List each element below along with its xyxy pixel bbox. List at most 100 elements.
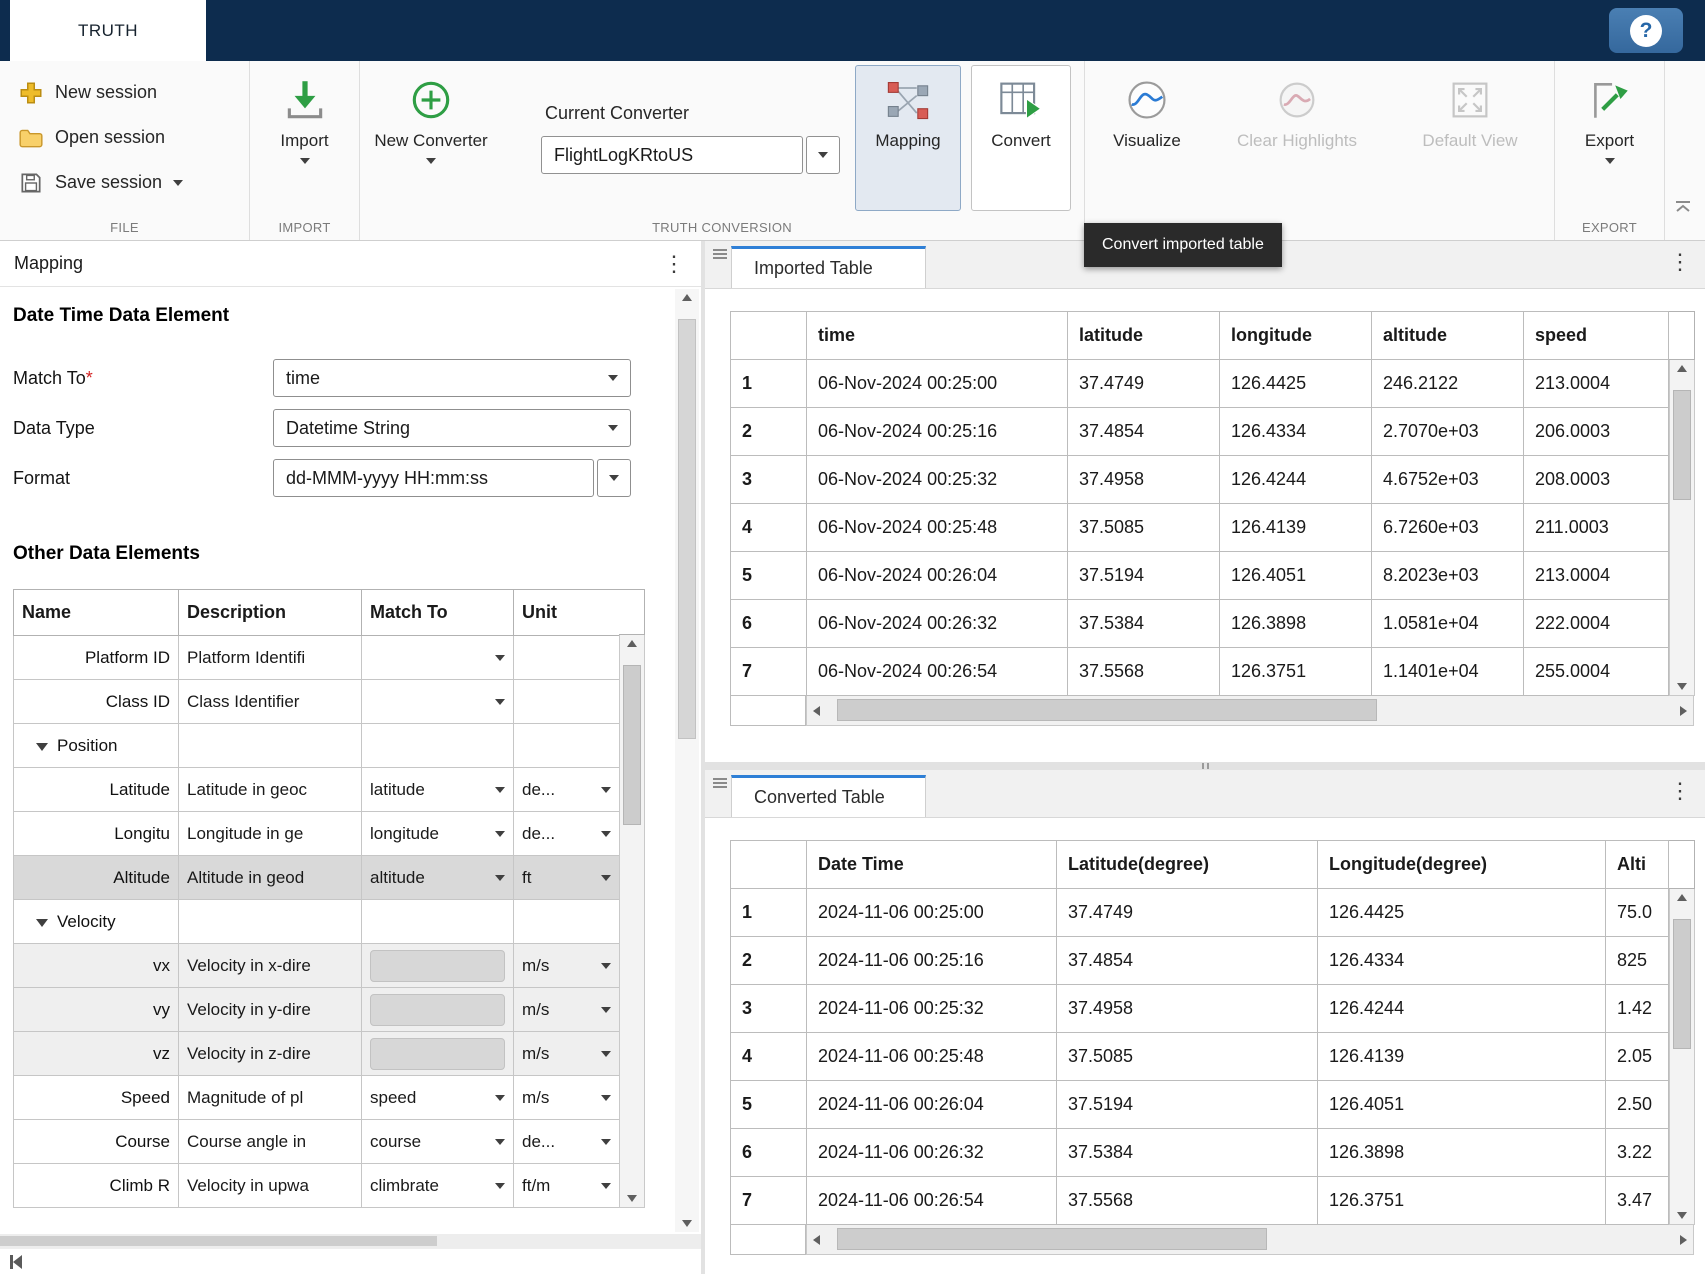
unit-cell-dropdown[interactable]: m/s [522, 1032, 611, 1075]
scroll-down-icon[interactable] [1677, 1212, 1687, 1219]
match-to-cell-dropdown[interactable]: altitude [370, 856, 505, 899]
panel-grip-icon[interactable] [713, 249, 727, 259]
converted-table-scrollbar[interactable] [1669, 840, 1695, 1225]
collapse-ribbon-button[interactable] [1669, 194, 1697, 218]
scroll-up-icon[interactable] [1677, 365, 1687, 372]
chevron-down-icon [495, 1183, 505, 1189]
column-header-latitude-degree: Latitude(degree) [1057, 841, 1318, 889]
convert-button[interactable]: Convert [971, 65, 1071, 211]
unit-cell-dropdown[interactable]: m/s [522, 988, 611, 1031]
import-dropdown-icon[interactable] [300, 158, 310, 164]
mapping-group-row-position[interactable]: Position [14, 724, 620, 768]
export-dropdown-icon[interactable] [1605, 158, 1615, 164]
scroll-down-icon[interactable] [627, 1195, 637, 1202]
match-to-cell-dropdown[interactable] [370, 636, 505, 679]
collapse-panel-icon[interactable] [10, 1255, 22, 1269]
chevron-down-icon [608, 425, 618, 431]
current-converter-combobox[interactable]: FlightLogKRtoUS [541, 136, 841, 174]
imported-table-hscrollbar[interactable] [730, 696, 1694, 726]
match-to-cell-dropdown[interactable]: course [370, 1120, 505, 1163]
new-converter-icon [407, 76, 455, 124]
unit-cell-dropdown[interactable]: m/s [522, 1076, 611, 1119]
tab-truth[interactable]: TRUTH [10, 0, 206, 61]
mapping-group-row-velocity[interactable]: Velocity [14, 900, 620, 944]
scroll-up-icon[interactable] [1677, 894, 1687, 901]
match-to-cell-dropdown[interactable]: latitude [370, 768, 505, 811]
converted-header-row: Date Time Latitude(degree) Longitude(deg… [731, 841, 1669, 889]
save-session-button[interactable]: Save session [10, 161, 191, 204]
mapping-row-longitude: Longitu Longitude in ge longitude de... [14, 812, 620, 856]
help-button[interactable] [1609, 8, 1683, 53]
scrollbar-thumb[interactable] [1673, 390, 1691, 500]
mapping-panel-menu-icon[interactable] [663, 253, 685, 275]
visualize-button[interactable]: Visualize [1095, 65, 1199, 211]
mapping-table-scrollbar[interactable] [619, 589, 645, 1208]
collapse-group-icon[interactable] [36, 919, 48, 927]
match-to-cell-dropdown[interactable]: speed [370, 1076, 505, 1119]
unit-cell-dropdown[interactable]: ft/m [522, 1164, 611, 1207]
visualize-label: Visualize [1113, 131, 1181, 151]
scrollbar-thumb[interactable] [0, 1236, 437, 1246]
export-button[interactable]: Export [1565, 65, 1655, 211]
scroll-down-icon[interactable] [1677, 683, 1687, 690]
match-to-cell-dropdown[interactable]: climbrate [370, 1164, 505, 1207]
format-dropdown-button[interactable] [597, 459, 631, 497]
scrollbar-thumb[interactable] [678, 319, 696, 739]
current-converter-dropdown-button[interactable] [806, 136, 840, 174]
save-session-dropdown-icon[interactable] [173, 180, 183, 186]
scrollbar-thumb[interactable] [837, 1228, 1267, 1250]
unit-cell-dropdown[interactable]: de... [522, 812, 611, 855]
format-combobox[interactable]: dd-MMM-yyyy HH:mm:ss [273, 459, 631, 497]
import-icon [281, 76, 329, 124]
collapse-ribbon-icon [1673, 197, 1693, 215]
scroll-up-icon[interactable] [682, 294, 692, 301]
collapse-group-icon[interactable] [36, 743, 48, 751]
scroll-down-icon[interactable] [682, 1220, 692, 1227]
match-to-dropdown[interactable]: time [273, 359, 631, 397]
converted-table-hscrollbar[interactable] [730, 1225, 1694, 1255]
scrollbar-thumb[interactable] [837, 699, 1377, 721]
tab-converted-table[interactable]: Converted Table [731, 775, 926, 817]
open-session-button[interactable]: Open session [10, 116, 191, 159]
unit-cell-dropdown[interactable]: de... [522, 1120, 611, 1163]
scroll-right-icon[interactable] [1680, 706, 1687, 716]
mapping-panel-hscrollbar[interactable] [0, 1234, 701, 1248]
mapping-panel-bottom-bar [0, 1248, 701, 1274]
imported-table-scrollbar[interactable] [1669, 311, 1695, 696]
ribbon-section-file: New session Open session Save session FI… [0, 61, 250, 240]
format-value[interactable]: dd-MMM-yyyy HH:mm:ss [273, 459, 594, 497]
export-label: Export [1585, 131, 1634, 151]
panel-splitter[interactable] [705, 762, 1705, 770]
scroll-right-icon[interactable] [1680, 1235, 1687, 1245]
imported-table-panel: Imported Table time latitude longitude a… [705, 241, 1705, 762]
scrollbar-thumb[interactable] [1673, 919, 1691, 1049]
converted-panel-menu-icon[interactable] [1669, 780, 1691, 802]
match-to-cell-dropdown[interactable] [370, 680, 505, 723]
current-converter-value[interactable]: FlightLogKRtoUS [541, 136, 803, 174]
scroll-left-icon[interactable] [813, 1235, 820, 1245]
new-converter-button[interactable]: New Converter [366, 65, 496, 211]
clear-highlights-button: Clear Highlights [1213, 65, 1381, 211]
convert-icon [997, 76, 1045, 124]
mapping-toggle-button[interactable]: Mapping [855, 65, 961, 211]
mapping-row-platform-id: Platform ID Platform Identifi [14, 636, 620, 680]
new-session-button[interactable]: New session [10, 71, 191, 114]
scroll-left-icon[interactable] [813, 706, 820, 716]
mapping-panel-scrollbar[interactable] [675, 289, 699, 1232]
panel-grip-icon[interactable] [713, 778, 727, 788]
tab-imported-table[interactable]: Imported Table [731, 246, 926, 288]
unit-cell-dropdown[interactable]: m/s [522, 944, 611, 987]
scrollbar-thumb[interactable] [623, 665, 641, 825]
unit-cell-dropdown[interactable]: ft [522, 856, 611, 899]
data-type-dropdown[interactable]: Datetime String [273, 409, 631, 447]
mapping-panel-header: Mapping [0, 241, 701, 287]
match-to-cell-dropdown[interactable]: longitude [370, 812, 505, 855]
import-button[interactable]: Import [260, 65, 350, 211]
save-disk-icon [18, 170, 44, 196]
unit-cell-dropdown[interactable]: de... [522, 768, 611, 811]
imported-panel-menu-icon[interactable] [1669, 251, 1691, 273]
chevron-down-icon [495, 1095, 505, 1101]
converted-table-area: Date Time Latitude(degree) Longitude(deg… [705, 818, 1705, 1225]
scroll-up-icon[interactable] [627, 640, 637, 647]
new-converter-dropdown-icon[interactable] [426, 158, 436, 164]
